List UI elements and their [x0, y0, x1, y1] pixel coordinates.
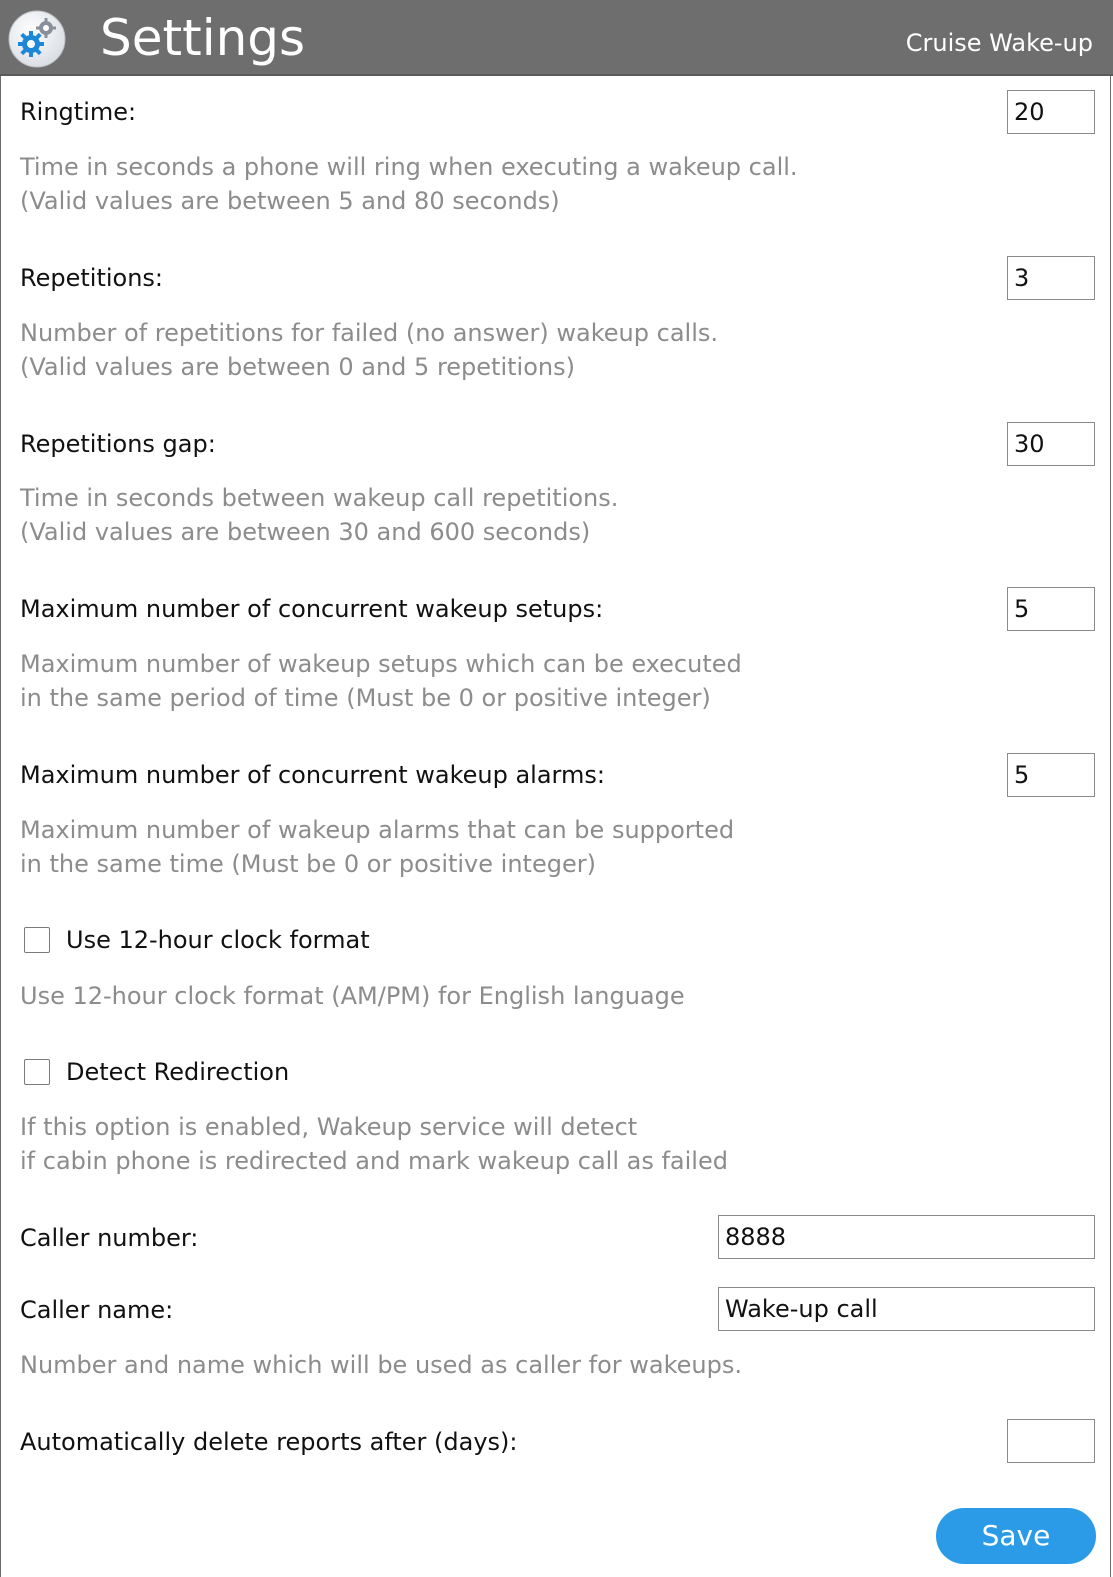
caller-number-input[interactable] — [718, 1215, 1095, 1259]
ringtime-description: Time in seconds a phone will ring when e… — [20, 153, 798, 215]
caller-description: Number and name which will be used as ca… — [20, 1351, 742, 1379]
gears-icon — [8, 10, 66, 68]
clock-format-checkbox[interactable] — [24, 927, 50, 953]
repetitions-gap-label: Repetitions gap: — [20, 430, 216, 458]
max-setups-description: Maximum number of wakeup setups which ca… — [20, 650, 742, 712]
save-button[interactable]: Save — [936, 1508, 1096, 1564]
max-alarms-input[interactable] — [1007, 753, 1095, 797]
header-bar: Settings Cruise Wake-up — [0, 0, 1113, 76]
repetitions-description: Number of repetitions for failed (no ans… — [20, 319, 718, 381]
ringtime-input[interactable] — [1007, 90, 1095, 134]
page-title: Settings — [100, 9, 306, 67]
repetitions-gap-description: Time in seconds between wakeup call repe… — [20, 484, 619, 546]
max-alarms-description: Maximum number of wakeup alarms that can… — [20, 816, 735, 878]
max-setups-input[interactable] — [1007, 587, 1095, 631]
detect-redirection-description: If this option is enabled, Wakeup servic… — [20, 1113, 728, 1175]
clock-format-label[interactable]: Use 12-hour clock format — [66, 925, 370, 955]
repetitions-label: Repetitions: — [20, 264, 164, 292]
ringtime-label: Ringtime: — [20, 98, 137, 126]
detect-redirection-label[interactable]: Detect Redirection — [66, 1057, 289, 1087]
max-alarms-label: Maximum number of concurrent wakeup alar… — [20, 761, 605, 789]
repetitions-gap-input[interactable] — [1007, 422, 1095, 466]
clock-format-description: Use 12-hour clock format (AM/PM) for Eng… — [20, 982, 685, 1010]
caller-name-input[interactable] — [718, 1287, 1095, 1331]
caller-name-label: Caller name: — [20, 1296, 174, 1324]
max-setups-label: Maximum number of concurrent wakeup setu… — [20, 595, 604, 623]
auto-delete-label: Automatically delete reports after (days… — [20, 1428, 518, 1456]
app-name: Cruise Wake-up — [905, 29, 1093, 57]
detect-redirection-checkbox[interactable] — [24, 1059, 50, 1085]
auto-delete-input[interactable] — [1007, 1419, 1095, 1463]
repetitions-input[interactable] — [1007, 256, 1095, 300]
caller-number-label: Caller number: — [20, 1224, 199, 1252]
